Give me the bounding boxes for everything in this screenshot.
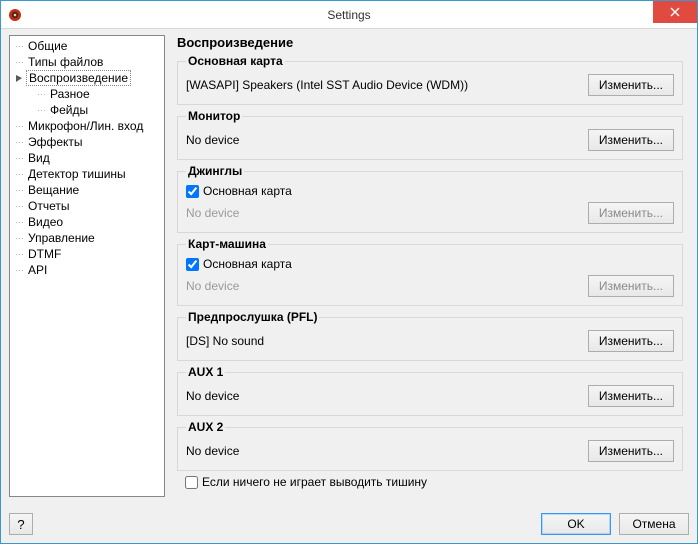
output-silence-input[interactable] (185, 476, 198, 489)
tree-item-misc[interactable]: ⋯Разное (10, 86, 164, 102)
app-icon (7, 7, 23, 23)
cart-change-button: Изменить... (588, 275, 674, 297)
nav-tree[interactable]: ⋯Общие ⋯Типы файлов Воспроизведение ⋯Раз… (9, 35, 165, 497)
main-card-device: [WASAPI] Speakers (Intel SST Audio Devic… (186, 78, 580, 92)
jingles-use-main-checkbox[interactable]: Основная карта (186, 184, 674, 198)
tree-leaf-icon: ⋯ (14, 185, 25, 196)
aux2-change-button[interactable]: Изменить... (588, 440, 674, 462)
settings-window: Settings ⋯Общие ⋯Типы файлов Воспроизвед… (0, 0, 698, 544)
close-icon (670, 7, 680, 17)
monitor-device: No device (186, 133, 580, 147)
pfl-change-button[interactable]: Изменить... (588, 330, 674, 352)
group-monitor: Монитор No device Изменить... (177, 109, 683, 160)
group-legend: Джинглы (186, 164, 244, 178)
aux2-device: No device (186, 444, 580, 458)
tree-leaf-icon: ⋯ (14, 217, 25, 228)
jingles-use-main-input[interactable] (186, 185, 199, 198)
tree-item-video[interactable]: ⋯Видео (10, 214, 164, 230)
jingles-device: No device (186, 206, 580, 220)
titlebar: Settings (1, 1, 697, 29)
group-main-card: Основная карта [WASAPI] Speakers (Intel … (177, 54, 683, 105)
tree-item-effects[interactable]: ⋯Эффекты (10, 134, 164, 150)
aux1-change-button[interactable]: Изменить... (588, 385, 674, 407)
tree-leaf-icon: ⋯ (14, 233, 25, 244)
group-legend: Монитор (186, 109, 242, 123)
group-jingles: Джинглы Основная карта No device Изменит… (177, 164, 683, 233)
group-legend: AUX 1 (186, 365, 225, 379)
tree-item-playback[interactable]: Воспроизведение (10, 70, 164, 86)
tree-item-api[interactable]: ⋯API (10, 262, 164, 278)
main-card-change-button[interactable]: Изменить... (588, 74, 674, 96)
tree-item-control[interactable]: ⋯Управление (10, 230, 164, 246)
tree-leaf-icon: ⋯ (36, 89, 47, 100)
group-cart: Карт-машина Основная карта No device Изм… (177, 237, 683, 306)
tree-item-common[interactable]: ⋯Общие (10, 38, 164, 54)
close-button[interactable] (653, 1, 697, 23)
cart-use-main-input[interactable] (186, 258, 199, 271)
tree-item-fades[interactable]: ⋯Фейды (10, 102, 164, 118)
group-legend: Предпрослушка (PFL) (186, 310, 319, 324)
tree-leaf-icon: ⋯ (14, 137, 25, 148)
group-legend: Карт-машина (186, 237, 268, 251)
content-panel: Воспроизведение Основная карта [WASAPI] … (173, 35, 689, 497)
pfl-device: [DS] No sound (186, 334, 580, 348)
tree-item-broadcast[interactable]: ⋯Вещание (10, 182, 164, 198)
tree-item-filetypes[interactable]: ⋯Типы файлов (10, 54, 164, 70)
page-title: Воспроизведение (177, 35, 689, 50)
tree-leaf-icon: ⋯ (14, 121, 25, 132)
tree-leaf-icon: ⋯ (14, 169, 25, 180)
tree-leaf-icon: ⋯ (14, 153, 25, 164)
tree-leaf-icon: ⋯ (36, 105, 47, 116)
tree-item-silence[interactable]: ⋯Детектор тишины (10, 166, 164, 182)
window-title: Settings (1, 8, 697, 22)
tree-expand-icon[interactable] (14, 73, 25, 84)
cancel-button[interactable]: Отмена (619, 513, 689, 535)
output-silence-checkbox[interactable]: Если ничего не играет выводить тишину (185, 475, 687, 489)
cart-use-main-checkbox[interactable]: Основная карта (186, 257, 674, 271)
help-button[interactable]: ? (9, 513, 33, 535)
group-pfl: Предпрослушка (PFL) [DS] No sound Измени… (177, 310, 683, 361)
aux1-device: No device (186, 389, 580, 403)
group-aux1: AUX 1 No device Изменить... (177, 365, 683, 416)
jingles-change-button: Изменить... (588, 202, 674, 224)
tree-item-mic[interactable]: ⋯Микрофон/Лин. вход (10, 118, 164, 134)
tree-leaf-icon: ⋯ (14, 265, 25, 276)
tree-leaf-icon: ⋯ (14, 41, 25, 52)
tree-leaf-icon: ⋯ (14, 57, 25, 68)
bottom-bar: ? OK Отмена (1, 505, 697, 543)
group-aux2: AUX 2 No device Изменить... (177, 420, 683, 471)
tree-leaf-icon: ⋯ (14, 201, 25, 212)
tree-item-view[interactable]: ⋯Вид (10, 150, 164, 166)
tree-item-dtmf[interactable]: ⋯DTMF (10, 246, 164, 262)
tree-leaf-icon: ⋯ (14, 249, 25, 260)
ok-button[interactable]: OK (541, 513, 611, 535)
group-legend: AUX 2 (186, 420, 225, 434)
group-legend: Основная карта (186, 54, 285, 68)
tree-item-reports[interactable]: ⋯Отчеты (10, 198, 164, 214)
monitor-change-button[interactable]: Изменить... (588, 129, 674, 151)
cart-device: No device (186, 279, 580, 293)
